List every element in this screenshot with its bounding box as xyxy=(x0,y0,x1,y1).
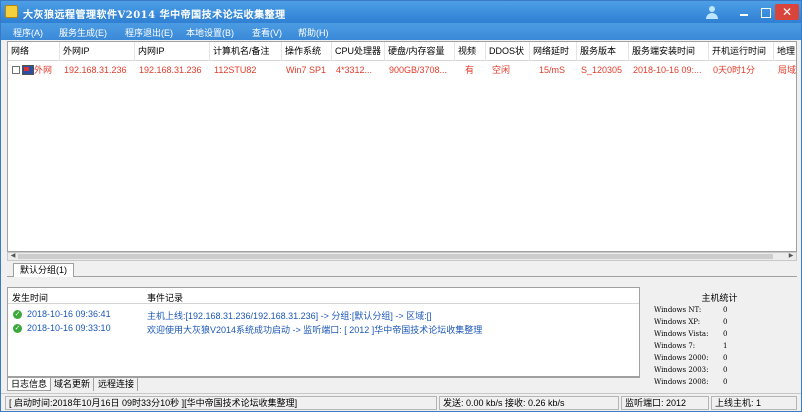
stat-row: Windows XP: 0 xyxy=(654,318,784,330)
col-version[interactable]: 服务版本 xyxy=(577,42,629,61)
stat-value: 1 xyxy=(723,342,728,350)
cell-ddos: 空闲 xyxy=(492,65,511,75)
log-event: 欢迎使用大灰狼V2014系统成功启动 -> 监听端口: [ 2012 ]华中帝国… xyxy=(147,325,483,335)
stat-value: 0 xyxy=(723,366,728,374)
log-row[interactable]: ✓ 2018-10-16 09:36:41 主机上线:[192.168.31.2… xyxy=(8,308,639,322)
menu-local-settings[interactable]: 本地设置(B) xyxy=(186,26,234,39)
stat-label: Windows 2008: xyxy=(654,378,709,386)
col-wan-ip[interactable]: 外网IP xyxy=(60,42,135,61)
cell-uptime: 0天0时1分 xyxy=(713,65,756,75)
stat-row: Windows 2000: 0 xyxy=(654,354,784,366)
stat-label: Windows 2000: xyxy=(654,354,709,362)
status-online-hosts: 上线主机: 1 xyxy=(711,396,797,410)
stat-row: Windows NT: 0 xyxy=(654,306,784,318)
log-time: 2018-10-16 09:33:10 xyxy=(27,323,111,333)
menu-program[interactable]: 程序(A) xyxy=(13,26,43,39)
stat-label: Windows Vista: xyxy=(654,330,709,338)
col-uptime[interactable]: 开机运行时间 xyxy=(709,42,774,61)
cell-disk-memory: 900GB/3708... xyxy=(389,65,448,75)
col-network[interactable]: 网络 xyxy=(8,42,60,61)
tab-domain-update[interactable]: 域名更新 xyxy=(51,378,95,391)
status-bar: [ 启动时间:2018年10月16日 09时33分10秒 ][华中帝国技术论坛收… xyxy=(1,393,801,411)
col-install-time[interactable]: 服务端安装时间 xyxy=(629,42,709,61)
minimize-button[interactable] xyxy=(735,4,753,20)
cell-location: 局域 xyxy=(778,65,797,75)
cell-computer-name: 112STU82 xyxy=(214,65,257,75)
cell-lan-ip: 192.168.31.236 xyxy=(139,65,202,75)
scroll-right-icon[interactable]: ▶ xyxy=(786,253,796,260)
host-stats-panel: 主机统计 Windows NT: 0 Windows XP: 0 Windows… xyxy=(642,287,797,391)
app-icon xyxy=(5,5,18,18)
main-window: 大灰狼远程管理软件V2014 华中帝国技术论坛收集整理 ✕ 程序(A) 服务生成… xyxy=(0,0,802,412)
status-traffic: 发送: 0.00 kb/s 接收: 0.26 kb/s xyxy=(439,396,619,410)
log-header: 发生时间 事件记录 xyxy=(8,288,639,304)
cell-network: 外网 xyxy=(34,65,53,75)
col-ddos[interactable]: DDOS状 xyxy=(486,42,530,61)
status-listen-port: 监听端口: 2012 xyxy=(621,396,709,410)
col-lan-ip[interactable]: 内网IP xyxy=(135,42,210,61)
stat-label: Windows NT: xyxy=(654,306,702,314)
stat-value: 0 xyxy=(723,318,728,326)
maximize-button[interactable] xyxy=(756,4,774,20)
scroll-left-icon[interactable]: ◀ xyxy=(8,253,18,260)
col-disk-memory[interactable]: 硬盘/内存容量 xyxy=(385,42,455,61)
stat-row: Windows Vista: 0 xyxy=(654,330,784,342)
cell-cpu: 4*3312... xyxy=(336,65,373,75)
log-row[interactable]: ✓ 2018-10-16 09:33:10 欢迎使用大灰狼V2014系统成功启动… xyxy=(8,322,639,336)
tab-log-info[interactable]: 日志信息 xyxy=(7,378,52,391)
cell-os: Win7 SP1 xyxy=(286,65,327,75)
col-cpu[interactable]: CPU处理器 xyxy=(332,42,385,61)
stat-label: Windows 7: xyxy=(654,342,696,350)
tab-default-group[interactable]: 默认分组(1) xyxy=(13,263,74,277)
stat-row: Windows 2008: 0 xyxy=(654,378,784,390)
window-title: 大灰狼远程管理软件V2014 华中帝国技术论坛收集整理 xyxy=(23,10,286,21)
stats-title: 主机统计 xyxy=(701,293,738,303)
menu-view[interactable]: 查看(V) xyxy=(252,26,282,39)
stat-value: 0 xyxy=(723,354,728,362)
col-video[interactable]: 视频 xyxy=(455,42,486,61)
table-row[interactable]: 外网 192.168.31.236 192.168.31.236 112STU8… xyxy=(8,62,797,78)
scroll-thumb[interactable] xyxy=(18,254,773,259)
table-header: 网络 外网IP 内网IP 计算机名/备注 操作系统 CPU处理器 硬盘/内存容量… xyxy=(8,42,796,61)
bottom-tabstrip: 日志信息 域名更新 远程连接 xyxy=(7,377,640,391)
success-check-icon: ✓ xyxy=(13,324,22,333)
cell-version: S_120305 xyxy=(581,65,623,75)
status-start-time: [ 启动时间:2018年10月16日 09时33分10秒 ][华中帝国技术论坛收… xyxy=(5,396,437,410)
stat-label: Windows 2003: xyxy=(654,366,709,374)
menu-exit[interactable]: 程序退出(E) xyxy=(125,26,173,39)
row-checkbox[interactable] xyxy=(12,66,20,74)
horizontal-scrollbar[interactable]: ◀ ▶ xyxy=(7,252,797,261)
stat-label: Windows XP: xyxy=(654,318,701,326)
cell-latency: 15/mS xyxy=(539,65,566,75)
cell-install-time: 2018-10-16 09:... xyxy=(633,65,702,75)
log-event: 主机上线:[192.168.31.236/192.168.31.236] -> … xyxy=(147,311,432,321)
menu-build-service[interactable]: 服务生成(E) xyxy=(59,26,107,39)
stat-row: Windows 2003: 0 xyxy=(654,366,784,378)
close-button[interactable]: ✕ xyxy=(775,4,799,20)
event-log[interactable]: 发生时间 事件记录 ✓ 2018-10-16 09:36:41 主机上线:[19… xyxy=(7,287,640,377)
cell-video: 有 xyxy=(465,65,475,75)
user-icon[interactable] xyxy=(703,4,721,20)
menu-bar: 程序(A) 服务生成(E) 程序退出(E) 本地设置(B) 查看(V) 帮助(H… xyxy=(1,23,801,40)
hosts-table[interactable]: 网络 外网IP 内网IP 计算机名/备注 操作系统 CPU处理器 硬盘/内存容量… xyxy=(7,41,797,252)
log-time: 2018-10-16 09:36:41 xyxy=(27,309,111,319)
col-latency[interactable]: 网络延时 xyxy=(530,42,577,61)
cell-wan-ip: 192.168.31.236 xyxy=(64,65,127,75)
group-tabstrip: 默认分组(1) xyxy=(7,262,797,277)
menu-help[interactable]: 帮助(H) xyxy=(298,26,329,39)
log-col-time[interactable]: 发生时间 xyxy=(12,291,48,304)
stat-row: Windows 7: 1 xyxy=(654,342,784,354)
stat-value: 0 xyxy=(723,330,728,338)
col-computer-name[interactable]: 计算机名/备注 xyxy=(210,42,282,61)
log-col-event[interactable]: 事件记录 xyxy=(147,291,183,304)
stat-value: 0 xyxy=(723,306,728,314)
title-bar[interactable]: 大灰狼远程管理软件V2014 华中帝国技术论坛收集整理 ✕ xyxy=(1,1,801,23)
col-location[interactable]: 地理 xyxy=(774,42,796,61)
stat-value: 0 xyxy=(723,378,728,386)
tab-remote-connect[interactable]: 远程连接 xyxy=(95,378,139,391)
success-check-icon: ✓ xyxy=(13,310,22,319)
col-os[interactable]: 操作系统 xyxy=(282,42,332,61)
